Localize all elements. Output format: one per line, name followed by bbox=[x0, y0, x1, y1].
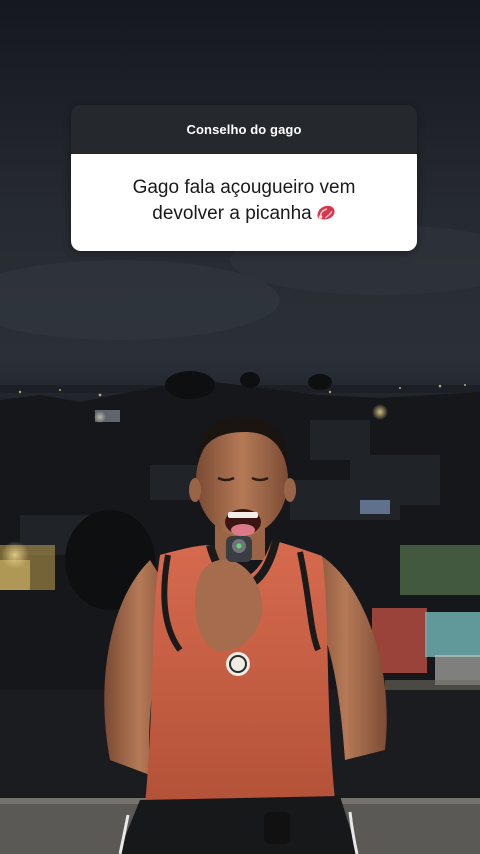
question-sticker-header: Conselho do gago bbox=[71, 105, 417, 154]
question-sticker[interactable]: Conselho do gago Gago fala açougueiro ve… bbox=[71, 105, 417, 251]
meat-icon bbox=[316, 204, 336, 230]
question-title: Conselho do gago bbox=[186, 122, 302, 137]
question-sticker-body: Gago fala açougueiro vem devolver a pica… bbox=[71, 154, 417, 251]
question-answer-text: Gago fala açougueiro vem devolver a pica… bbox=[99, 175, 389, 230]
